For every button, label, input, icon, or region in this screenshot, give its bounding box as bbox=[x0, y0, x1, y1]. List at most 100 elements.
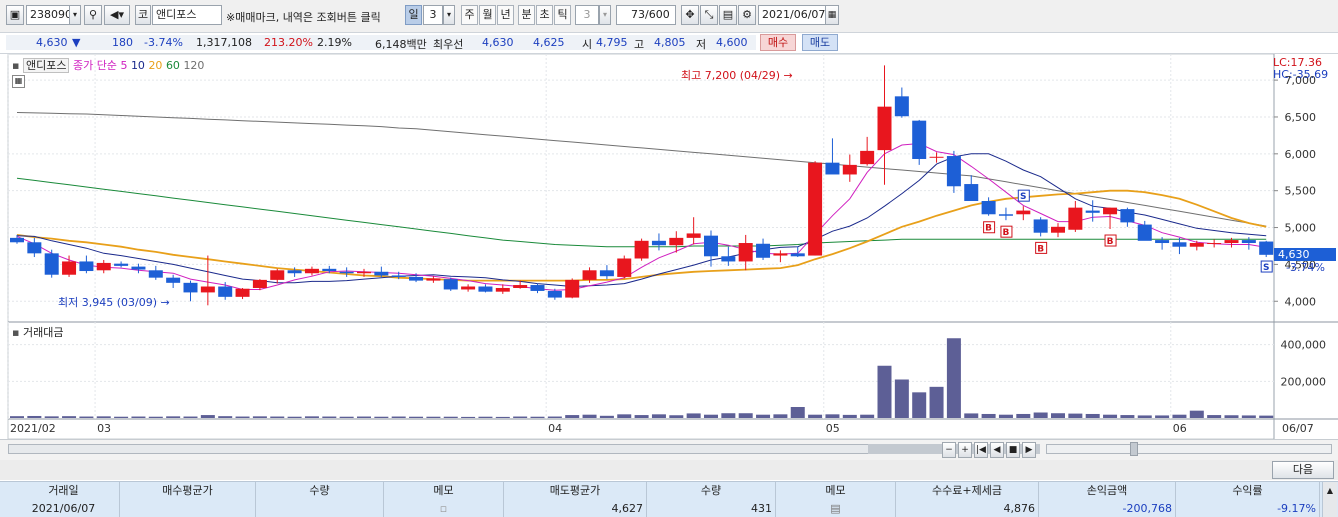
candle-body bbox=[1224, 240, 1239, 244]
candle-body bbox=[79, 261, 94, 272]
candle-body bbox=[27, 242, 42, 254]
volume-bar bbox=[44, 416, 59, 418]
candle-body bbox=[426, 278, 441, 281]
zoom-out-button[interactable]: − bbox=[942, 442, 956, 458]
header-buy-memo[interactable]: 메모 bbox=[384, 482, 504, 500]
period-week-button[interactable]: 주 bbox=[461, 5, 478, 25]
sell-button[interactable]: 매도 bbox=[802, 34, 838, 51]
save-icon[interactable]: ▤ bbox=[719, 5, 737, 25]
volume-bar bbox=[166, 416, 181, 418]
period-number-input[interactable]: 3 bbox=[423, 5, 443, 25]
header-trade-date[interactable]: 거래일 bbox=[8, 482, 120, 500]
header-buy-avg-price[interactable]: 매수평균가 bbox=[120, 482, 256, 500]
window-icon[interactable]: ▣ bbox=[6, 5, 24, 25]
best-ask-label: 최우선 bbox=[433, 38, 464, 51]
legend-ma10[interactable]: 10 bbox=[131, 59, 145, 72]
header-sell-memo[interactable]: 메모 bbox=[776, 482, 896, 500]
candle-body bbox=[1085, 210, 1100, 213]
scroll-first-button[interactable]: |◀ bbox=[974, 442, 988, 458]
candle-body bbox=[270, 270, 285, 280]
header-fees[interactable]: 수수료+제세금 bbox=[896, 482, 1039, 500]
volume-bar bbox=[669, 415, 684, 418]
candle-body bbox=[738, 243, 753, 262]
period-minute-button[interactable]: 분 bbox=[518, 5, 535, 25]
volume-bar bbox=[894, 379, 909, 418]
low-label: 저 bbox=[696, 38, 707, 51]
zoom-in-button[interactable]: + bbox=[958, 442, 972, 458]
volume-bar bbox=[1033, 412, 1048, 418]
volume-bar bbox=[738, 413, 753, 418]
crosshair-icon[interactable]: ✥ bbox=[681, 5, 699, 25]
table-scrollbar[interactable] bbox=[1322, 500, 1337, 517]
candle-body bbox=[877, 106, 892, 151]
legend-ma-label[interactable]: 종가 단순 bbox=[73, 59, 117, 72]
volume-bar bbox=[599, 415, 614, 418]
grid-toggle-icon[interactable]: ▦ bbox=[12, 75, 25, 88]
legend-ma60[interactable]: 60 bbox=[166, 59, 180, 72]
header-return-rate[interactable]: 수익률 bbox=[1176, 482, 1320, 500]
period-second-button[interactable]: 초 bbox=[536, 5, 553, 25]
market-label[interactable]: 코 bbox=[135, 5, 151, 25]
header-profit-loss[interactable]: 손익금액 bbox=[1039, 482, 1176, 500]
candle-body bbox=[10, 237, 24, 243]
memo-icon[interactable]: ▫ bbox=[384, 500, 504, 517]
volume-bar bbox=[721, 413, 736, 418]
volume-bar bbox=[183, 416, 198, 418]
calendar-icon[interactable]: ▦ bbox=[825, 5, 839, 25]
table-row[interactable]: 2021/06/07 ▫ 4,627 431 ▤ 4,876 -200,768 … bbox=[0, 500, 1338, 517]
candle-body bbox=[409, 276, 424, 281]
volume-bar bbox=[287, 416, 302, 418]
next-button[interactable]: 다음 bbox=[1272, 461, 1334, 479]
header-sell-quantity[interactable]: 수량 bbox=[647, 482, 776, 500]
volume-bar bbox=[756, 414, 771, 418]
scroll-prev-button[interactable]: ◀ bbox=[990, 442, 1004, 458]
candle-body bbox=[894, 96, 909, 117]
notice-text: ※매매마크, 내역은 조회버튼 클릭 bbox=[226, 11, 381, 24]
candle-body bbox=[1241, 240, 1256, 244]
sell-memo-icon[interactable]: ▤ bbox=[776, 500, 896, 517]
candle-body bbox=[686, 233, 701, 238]
count-field[interactable]: 73/600 bbox=[616, 5, 676, 25]
chart-area[interactable]: BBBBSS 7,000 6,500 6,000 5,500 5,000 4,500 4,0… bbox=[0, 54, 1338, 439]
stock-name-field[interactable]: 앤디포스 bbox=[152, 5, 222, 25]
search-icon[interactable]: ⚲ bbox=[84, 5, 102, 25]
volume-tick-label: 400,000 bbox=[1281, 339, 1327, 352]
x-tick-label: 2021/02 bbox=[10, 422, 56, 435]
legend-ma120[interactable]: 120 bbox=[183, 59, 204, 72]
scroll-stop-button[interactable]: ■ bbox=[1006, 442, 1020, 458]
tools-icon[interactable]: ⤡ bbox=[700, 5, 718, 25]
legend-ma5[interactable]: 5 bbox=[120, 59, 127, 72]
period-year-button[interactable]: 년 bbox=[497, 5, 514, 25]
period-month-button[interactable]: 월 bbox=[479, 5, 496, 25]
tick-number-dropdown[interactable]: ▾ bbox=[599, 5, 611, 25]
header-buy-quantity[interactable]: 수량 bbox=[256, 482, 384, 500]
zoom-slider[interactable] bbox=[1046, 444, 1332, 454]
candle-body bbox=[391, 275, 406, 277]
candle-body bbox=[617, 258, 632, 277]
header-sell-avg-price[interactable]: 매도평균가 bbox=[504, 482, 647, 500]
change-percent: -3.74% bbox=[144, 36, 183, 49]
volume-bar bbox=[877, 365, 892, 418]
price-chart[interactable]: B BBBSS 7,0006,5006,0005,5005,0004,5004,0… bbox=[0, 54, 1338, 439]
candle-body bbox=[547, 290, 562, 298]
volume-bar bbox=[304, 416, 319, 418]
candle-body bbox=[669, 237, 684, 246]
volume-bar bbox=[530, 416, 545, 418]
period-tick-button[interactable]: 틱 bbox=[554, 5, 571, 25]
buy-button[interactable]: 매수 bbox=[760, 34, 796, 51]
candle-body bbox=[96, 262, 111, 271]
period-number-dropdown[interactable]: ▾ bbox=[443, 5, 455, 25]
volume-icon[interactable]: ◀▾ bbox=[104, 5, 130, 25]
legend-ma20[interactable]: 20 bbox=[148, 59, 162, 72]
scroll-up-icon[interactable]: ▲ bbox=[1322, 482, 1337, 500]
cell-sell-avg-price: 4,627 bbox=[504, 500, 647, 517]
zoom-slider-handle[interactable] bbox=[1130, 442, 1138, 456]
candle-body bbox=[44, 253, 59, 275]
legend-stock-name[interactable]: 앤디포스 bbox=[22, 58, 70, 73]
code-dropdown-button[interactable]: ▾ bbox=[69, 5, 81, 25]
settings-icon[interactable]: ⚙ bbox=[738, 5, 756, 25]
volume-bar bbox=[79, 416, 94, 418]
scroll-next-button[interactable]: ▶ bbox=[1022, 442, 1036, 458]
period-day-button[interactable]: 일 bbox=[405, 5, 422, 25]
tick-number-input[interactable]: 3 bbox=[575, 5, 599, 25]
